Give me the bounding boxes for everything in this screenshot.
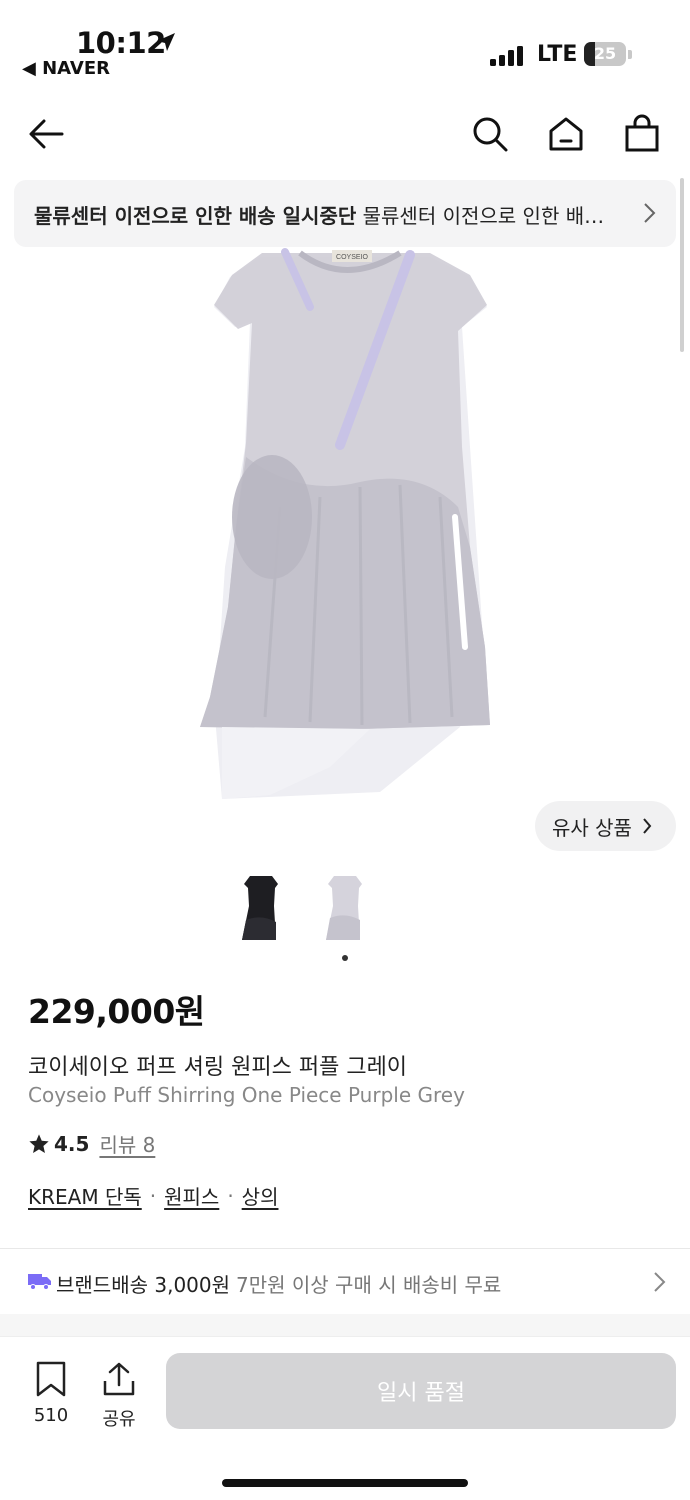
cart-button[interactable]	[620, 112, 664, 156]
tag-kream-exclusive[interactable]: KREAM 단독	[28, 1181, 142, 1210]
tag-one-piece[interactable]: 원피스	[164, 1181, 219, 1210]
product-name-english: Coyseio Puff Shirring One Piece Purple G…	[28, 1083, 465, 1107]
product-image[interactable]: COYSEIO	[0, 247, 690, 807]
battery-level: 25	[593, 44, 617, 63]
product-price: 229,000원	[28, 992, 205, 1031]
home-icon	[549, 117, 583, 151]
bottom-action-bar: 510 공유 일시 품절	[0, 1336, 690, 1500]
product-name-korean: 코이세이오 퍼프 셔링 원피스 퍼플 그레이	[28, 1055, 408, 1080]
share-button[interactable]: 공유	[96, 1361, 142, 1431]
chevron-right-icon	[654, 1272, 666, 1292]
shopping-bag-icon	[625, 114, 659, 152]
status-bar: 10:12 ◀ NAVER LTE 25	[0, 0, 690, 96]
notice-banner[interactable]: 물류센터 이전으로 인한 배송 일시중단 물류센터 이전으로 인한 배…	[14, 180, 676, 247]
section-gap	[0, 1314, 690, 1336]
tag-top[interactable]: 상의	[242, 1181, 279, 1210]
bookmark-icon	[36, 1361, 66, 1397]
notice-title: 물류센터 이전으로 인한 배송 일시중단	[34, 204, 357, 228]
chevron-right-icon	[644, 203, 656, 223]
tag-separator: ·	[227, 1183, 234, 1208]
home-button[interactable]	[544, 112, 588, 156]
back-button[interactable]	[24, 112, 68, 156]
chevron-right-icon	[643, 818, 652, 834]
home-indicator	[222, 1479, 468, 1487]
signal-icon	[490, 46, 523, 66]
shipping-fee: 브랜드배송 3,000원	[56, 1273, 231, 1297]
similar-products-label: 유사 상품	[552, 815, 632, 840]
search-button[interactable]	[468, 112, 512, 156]
network-label: LTE	[537, 42, 578, 67]
share-label: 공유	[102, 1409, 136, 1430]
bookmark-button[interactable]: 510	[28, 1361, 74, 1426]
truck-icon	[28, 1274, 51, 1290]
search-icon	[473, 117, 508, 152]
thumbnail-black[interactable]	[236, 870, 286, 950]
back-arrow-icon	[29, 119, 64, 149]
shipping-info-row[interactable]: 브랜드배송 3,000원 7만원 이상 구매 시 배송비 무료	[0, 1251, 690, 1313]
thumbnail-grey[interactable]	[320, 870, 370, 950]
rating-score: 4.5	[54, 1131, 90, 1156]
battery-icon: 25	[584, 42, 626, 66]
garment-label: COYSEIO	[336, 254, 368, 261]
star-icon	[29, 1133, 49, 1153]
thumbnail-indicator	[342, 955, 348, 961]
rating-row: 4.5 리뷰 8	[28, 1129, 155, 1158]
review-link[interactable]: 리뷰 8	[99, 1129, 155, 1158]
battery-tip	[628, 50, 632, 59]
divider	[0, 1248, 690, 1249]
category-tags: KREAM 단독 · 원피스 · 상의	[28, 1181, 278, 1210]
shipping-note: 7만원 이상 구매 시 배송비 무료	[236, 1273, 502, 1297]
back-to-app-link[interactable]: ◀ NAVER	[22, 58, 110, 79]
share-icon	[103, 1362, 135, 1396]
location-arrow-icon	[157, 33, 175, 51]
shipping-text: 브랜드배송 3,000원 7만원 이상 구매 시 배송비 무료	[56, 1269, 501, 1298]
notice-detail: 물류센터 이전으로 인한 배…	[356, 204, 605, 228]
notice-text: 물류센터 이전으로 인한 배송 일시중단 물류센터 이전으로 인한 배…	[34, 200, 624, 229]
bookmark-count: 510	[33, 1405, 69, 1426]
tag-separator: ·	[149, 1183, 157, 1208]
sold-out-button[interactable]: 일시 품절	[166, 1353, 676, 1429]
similar-products-button[interactable]: 유사 상품	[535, 801, 676, 851]
status-time: 10:12	[76, 26, 166, 60]
